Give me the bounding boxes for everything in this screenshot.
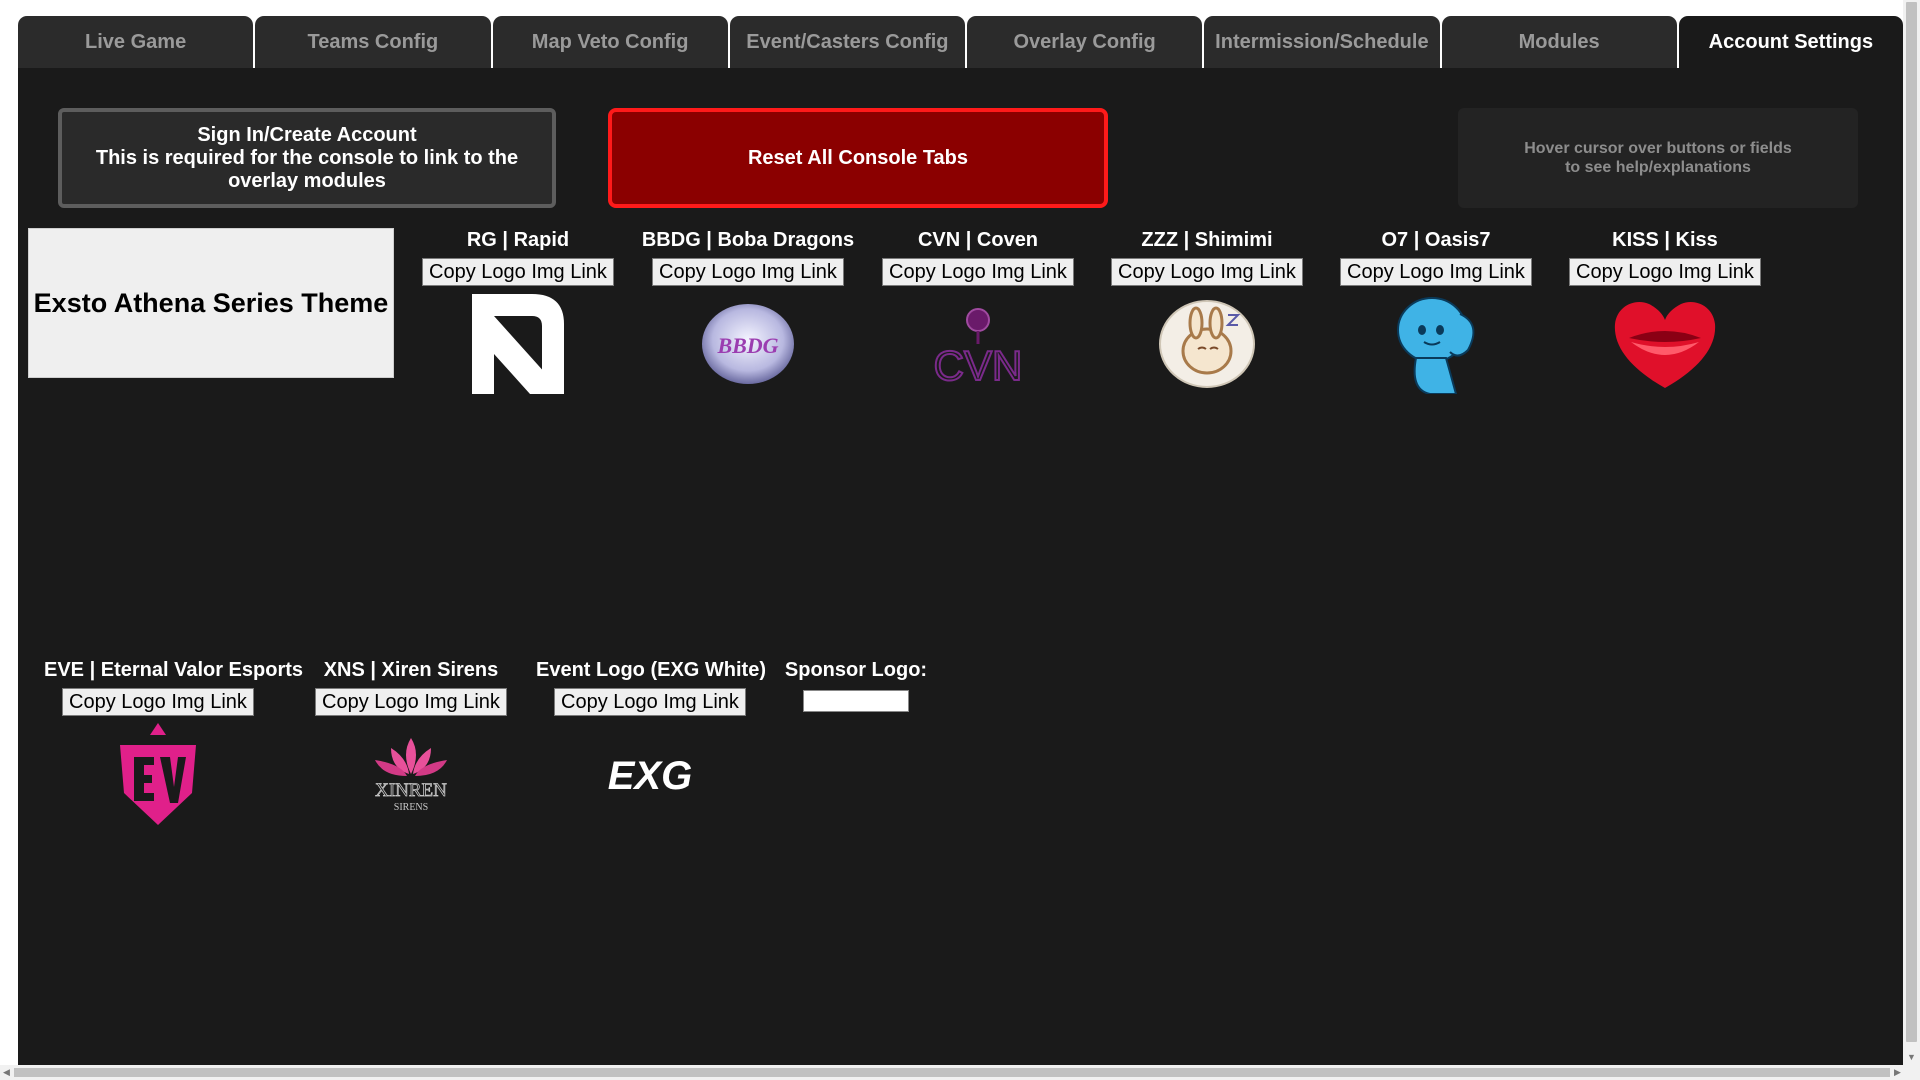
- team-name: KISS | Kiss: [1612, 229, 1718, 251]
- tab-intermission-schedule[interactable]: Intermission/Schedule: [1204, 16, 1440, 68]
- kiss-logo: [1610, 294, 1720, 394]
- scroll-left-arrow-icon[interactable]: ◀: [3, 1067, 10, 1077]
- exg-logo-text: EXG: [608, 754, 692, 798]
- tab-map-veto-config[interactable]: Map Veto Config: [492, 16, 728, 68]
- theme-selector[interactable]: Exsto Athena Series Theme: [28, 228, 394, 378]
- team-name: XNS | Xiren Sirens: [323, 659, 499, 681]
- tab-account-settings[interactable]: Account Settings: [1678, 16, 1904, 68]
- help-hint-line-2: to see help/explanations: [1565, 159, 1751, 176]
- copy-logo-link-button[interactable]: Copy Logo Img Link: [1340, 258, 1532, 286]
- team-card-event-logo: Event Logo (EXG White) Copy Logo Img Lin…: [536, 656, 766, 824]
- rapid-logo: [463, 294, 573, 394]
- team-card-rapid: RG | Rapid Copy Logo Img Link: [404, 226, 632, 394]
- tab-modules[interactable]: Modules: [1441, 16, 1677, 68]
- coven-logo: CVN: [923, 294, 1033, 394]
- scroll-right-arrow-icon[interactable]: ▶: [1894, 1067, 1901, 1077]
- team-name: Event Logo (EXG White): [536, 659, 766, 681]
- scroll-down-arrow-icon[interactable]: ▼: [1907, 1052, 1916, 1062]
- team-card-shimimi: ZZZ | Shimimi Copy Logo Img Link: [1093, 226, 1321, 394]
- vertical-scrollbar[interactable]: ▼: [1903, 0, 1920, 1065]
- exg-logo: EXG: [595, 724, 705, 824]
- sign-in-label: Sign In/Create Account: [197, 123, 417, 146]
- reset-all-tabs-button[interactable]: Reset All Console Tabs: [608, 108, 1108, 208]
- sign-in-note-2: overlay modules: [228, 169, 386, 192]
- copy-logo-link-button[interactable]: Copy Logo Img Link: [422, 258, 614, 286]
- sign-in-button[interactable]: Sign In/Create Account This is required …: [58, 108, 556, 208]
- team-name: ZZZ | Shimimi: [1141, 229, 1273, 251]
- copy-logo-link-button[interactable]: Copy Logo Img Link: [882, 258, 1074, 286]
- tab-live-game[interactable]: Live Game: [18, 16, 254, 68]
- team-name: EVE | Eternal Valor Esports: [44, 659, 304, 681]
- horizontal-scrollbar[interactable]: ◀ ▶: [0, 1065, 1920, 1080]
- xiren-sirens-logo: XINREN SIRENS: [356, 724, 466, 824]
- bbdg-logo-text: BBDG: [716, 333, 778, 358]
- copy-logo-link-button[interactable]: Copy Logo Img Link: [652, 258, 844, 286]
- shimimi-logo: [1152, 294, 1262, 394]
- oasis7-logo: [1381, 294, 1491, 394]
- copy-logo-link-button[interactable]: Copy Logo Img Link: [1111, 258, 1303, 286]
- team-card-xiren-sirens: XNS | Xiren Sirens Copy Logo Img Link XI…: [297, 656, 525, 824]
- boba-dragons-logo: BBDG: [693, 294, 803, 394]
- xinren-logo-text: XINREN: [375, 780, 447, 801]
- sign-in-note: This is required for the console to link…: [95, 146, 519, 169]
- team-name: O7 | Oasis7: [1381, 229, 1491, 251]
- team-card-oasis7: O7 | Oasis7 Copy Logo Img Link: [1322, 226, 1550, 394]
- tab-overlay-config[interactable]: Overlay Config: [967, 16, 1203, 68]
- cvn-logo-text: CVN: [934, 342, 1023, 384]
- team-card-eternal-valor: EVE | Eternal Valor Esports Copy Logo Im…: [44, 656, 304, 825]
- sirens-logo-text: SIRENS: [394, 802, 428, 813]
- vertical-scroll-thumb[interactable]: [1906, 2, 1917, 1042]
- tab-teams-config[interactable]: Teams Config: [255, 16, 491, 68]
- copy-logo-link-button[interactable]: Copy Logo Img Link: [62, 688, 254, 716]
- copy-logo-link-button[interactable]: Copy Logo Img Link: [554, 688, 746, 716]
- help-hint-line-1: Hover cursor over buttons or fields: [1524, 140, 1792, 157]
- team-card-kiss: KISS | Kiss Copy Logo Img Link: [1551, 226, 1779, 394]
- sponsor-logo-card: Sponsor Logo:: [741, 656, 971, 717]
- horizontal-scroll-thumb[interactable]: [14, 1068, 1890, 1077]
- help-hint-box: Hover cursor over buttons or fields to s…: [1458, 108, 1858, 208]
- copy-logo-link-button[interactable]: Copy Logo Img Link: [315, 688, 507, 716]
- tab-event-casters-config[interactable]: Event/Casters Config: [729, 16, 965, 68]
- team-card-boba-dragons: BBDG | Boba Dragons Copy Logo Img Link B…: [634, 226, 862, 394]
- copy-logo-link-button[interactable]: Copy Logo Img Link: [1569, 258, 1761, 286]
- eternal-valor-logo: [103, 723, 213, 825]
- sponsor-logo-label: Sponsor Logo:: [784, 659, 928, 681]
- team-name: CVN | Coven: [917, 229, 1039, 251]
- tab-bar: Live Game Teams Config Map Veto Config E…: [18, 16, 1904, 68]
- team-card-coven: CVN | Coven Copy Logo Img Link CVN: [864, 226, 1092, 394]
- team-name: BBDG | Boba Dragons: [641, 229, 855, 251]
- team-name: RG | Rapid: [466, 229, 570, 251]
- sponsor-logo-file-input[interactable]: [803, 690, 909, 712]
